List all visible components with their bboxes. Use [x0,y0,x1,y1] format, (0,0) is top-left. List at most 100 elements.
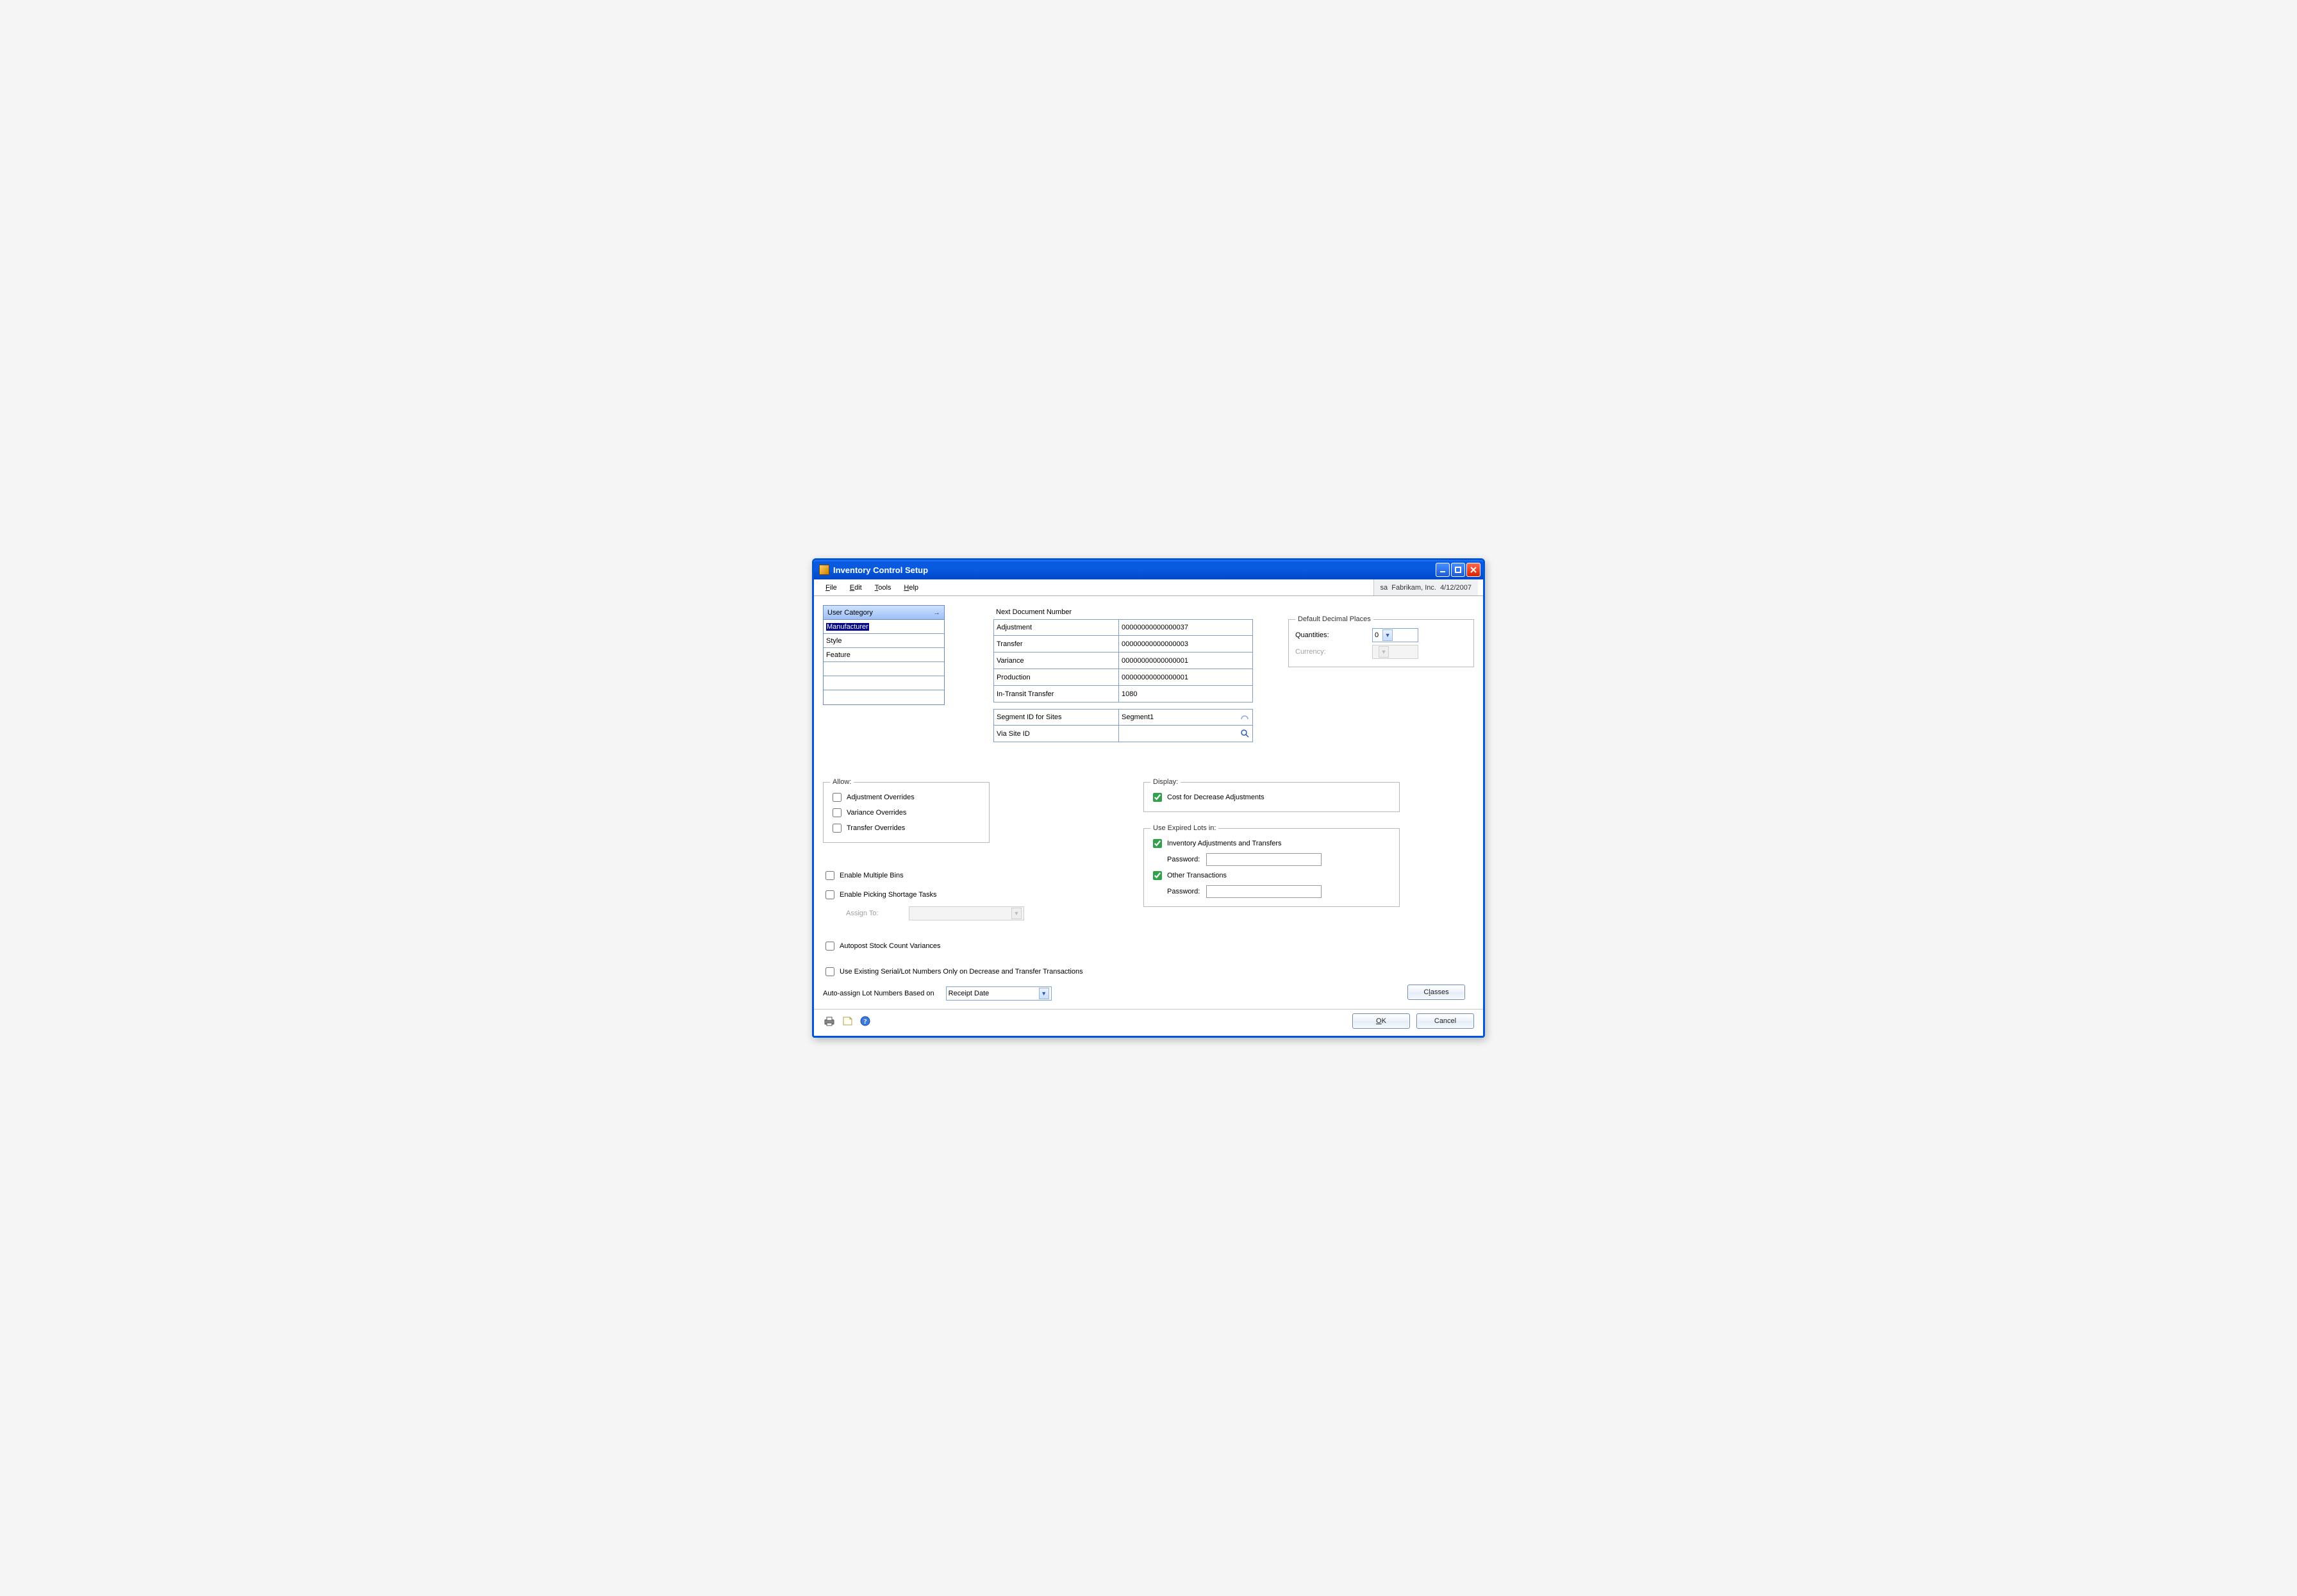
user-category-row[interactable] [824,690,944,704]
checkbox-label: Autopost Stock Count Variances [840,942,941,950]
user-category-cell: Manufacturer [826,623,869,631]
uel-other-password-input[interactable] [1206,885,1322,898]
user-category-list[interactable]: User Category → Manufacturer Style Featu… [823,605,945,705]
chevron-down-icon: ▼ [1382,629,1393,641]
menu-tools[interactable]: Tools [868,581,898,594]
print-icon[interactable] [823,1015,836,1027]
enable-multiple-bins-checkbox[interactable]: Enable Multiple Bins [823,868,904,883]
segment-id-label: Segment ID for Sites [993,709,1118,726]
ndn-intransit-label: In-Transit Transfer [993,686,1118,702]
close-button[interactable] [1466,563,1480,577]
checkbox-input[interactable] [833,824,842,833]
ndn-intransit-value[interactable]: 1080 [1118,686,1253,702]
allow-variance-overrides-checkbox[interactable]: Variance Overrides [830,805,983,820]
user-category-header-label: User Category [827,609,873,617]
allow-fieldset: Allow: Adjustment Overrides Variance Ove… [823,778,990,843]
checkbox-input[interactable] [833,793,842,802]
checkbox-label: Use Existing Serial/Lot Numbers Only on … [840,968,1083,976]
ok-button[interactable]: OK [1352,1013,1410,1029]
classes-button[interactable]: Classes [1407,985,1465,1000]
enable-picking-shortage-checkbox[interactable]: Enable Picking Shortage Tasks [823,887,936,902]
checkbox-input[interactable] [825,890,834,899]
user-category-row[interactable] [824,662,944,676]
divider [814,1009,1483,1010]
allow-adjustment-overrides-checkbox[interactable]: Adjustment Overrides [830,790,983,805]
checkbox-label: Variance Overrides [847,809,906,817]
checkbox-input[interactable] [825,871,834,880]
checkbox-input[interactable] [825,967,834,976]
cost-for-decrease-checkbox[interactable]: Cost for Decrease Adjustments [1150,790,1393,805]
allow-legend: Allow: [830,778,854,786]
menu-file[interactable]: File [819,581,843,594]
chevron-down-icon: ▼ [1039,988,1049,999]
ndn-adjustment-value[interactable]: 00000000000000037 [1118,619,1253,636]
assign-to-label: Assign To: [846,910,909,917]
default-decimal-places-fieldset: Default Decimal Places Quantities: 0 ▼ C… [1288,615,1474,667]
currency-label: Currency: [1295,648,1372,656]
ndn-adjustment-label: Adjustment [993,619,1118,636]
use-expired-lots-fieldset: Use Expired Lots in: Inventory Adjustmen… [1143,824,1400,907]
checkbox-label: Adjustment Overrides [847,794,915,801]
quantities-value: 0 [1375,631,1379,639]
status-date: 4/12/2007 [1440,584,1472,592]
cancel-button[interactable]: Cancel [1416,1013,1474,1029]
menu-help[interactable]: Help [897,581,925,594]
maximize-button[interactable] [1451,563,1465,577]
ndn-transfer-value[interactable]: 00000000000000003 [1118,636,1253,653]
allow-transfer-overrides-checkbox[interactable]: Transfer Overrides [830,820,983,836]
auto-assign-lot-row: Auto-assign Lot Numbers Based on Receipt… [823,986,1052,1001]
user-category-cell: Feature [826,651,850,659]
ndn-transfer-label: Transfer [993,636,1118,653]
use-existing-serial-lot-checkbox[interactable]: Use Existing Serial/Lot Numbers Only on … [823,964,1083,979]
currency-combo: ▼ [1372,645,1418,659]
via-site-id-lookup-icon[interactable] [1238,727,1251,740]
user-category-header[interactable]: User Category → [824,606,944,620]
user-category-row[interactable]: Manufacturer [824,620,944,634]
quantities-combo[interactable]: 0 ▼ [1372,628,1418,642]
checkbox-input[interactable] [1153,871,1162,880]
status-user: sa [1381,584,1388,592]
titlebar[interactable]: Inventory Control Setup [814,560,1483,579]
checkbox-label: Enable Multiple Bins [840,872,904,879]
checkbox-input[interactable] [1153,839,1162,848]
uel-other-checkbox[interactable]: Other Transactions [1150,868,1393,883]
user-category-row[interactable]: Style [824,634,944,648]
uel-inventory-password-input[interactable] [1206,853,1322,866]
help-icon[interactable]: ? [859,1015,872,1027]
checkbox-label: Transfer Overrides [847,824,905,832]
checkbox-label: Other Transactions [1167,872,1227,879]
auto-assign-lot-value: Receipt Date [949,990,990,997]
window-inventory-control-setup: Inventory Control Setup File Edit Tools … [812,558,1485,1038]
segment-id-dropdown-icon[interactable] [1238,711,1251,724]
checkbox-input[interactable] [825,942,834,951]
menu-edit[interactable]: Edit [843,581,868,594]
ndn-production-value[interactable]: 00000000000000001 [1118,669,1253,686]
menubar: File Edit Tools Help sa Fabrikam, Inc. 4… [814,579,1483,596]
via-site-id-value[interactable] [1118,726,1253,742]
minimize-button[interactable] [1436,563,1450,577]
uel-inventory-checkbox[interactable]: Inventory Adjustments and Transfers [1150,836,1393,851]
assign-to-combo: ▼ [909,906,1024,920]
use-expired-lots-legend: Use Expired Lots in: [1150,824,1218,832]
user-category-row[interactable]: Feature [824,648,944,662]
autopost-stock-count-checkbox[interactable]: Autopost Stock Count Variances [823,938,941,954]
display-legend: Display: [1150,778,1181,786]
svg-text:?: ? [863,1018,867,1026]
auto-assign-lot-combo[interactable]: Receipt Date ▼ [946,986,1052,1001]
checkbox-input[interactable] [1153,793,1162,802]
expand-arrow-icon[interactable]: → [933,609,940,617]
auto-assign-lot-label: Auto-assign Lot Numbers Based on [823,990,934,997]
via-site-id-label: Via Site ID [993,726,1118,742]
display-fieldset: Display: Cost for Decrease Adjustments [1143,778,1400,812]
status-company: Fabrikam, Inc. [1391,584,1436,592]
assign-to-row: Assign To: ▼ [846,906,1024,920]
checkbox-input[interactable] [833,808,842,817]
note-icon[interactable] [841,1015,854,1027]
chevron-down-icon: ▼ [1011,908,1022,919]
quantities-label: Quantities: [1295,631,1372,639]
user-category-row[interactable] [824,676,944,690]
next-document-number-group: Next Document Number Adjustment 00000000… [993,605,1253,742]
ndn-variance-value[interactable]: 00000000000000001 [1118,653,1253,669]
segment-id-value[interactable]: Segment1 [1118,709,1253,726]
statusbar: sa Fabrikam, Inc. 4/12/2007 [1373,579,1479,595]
